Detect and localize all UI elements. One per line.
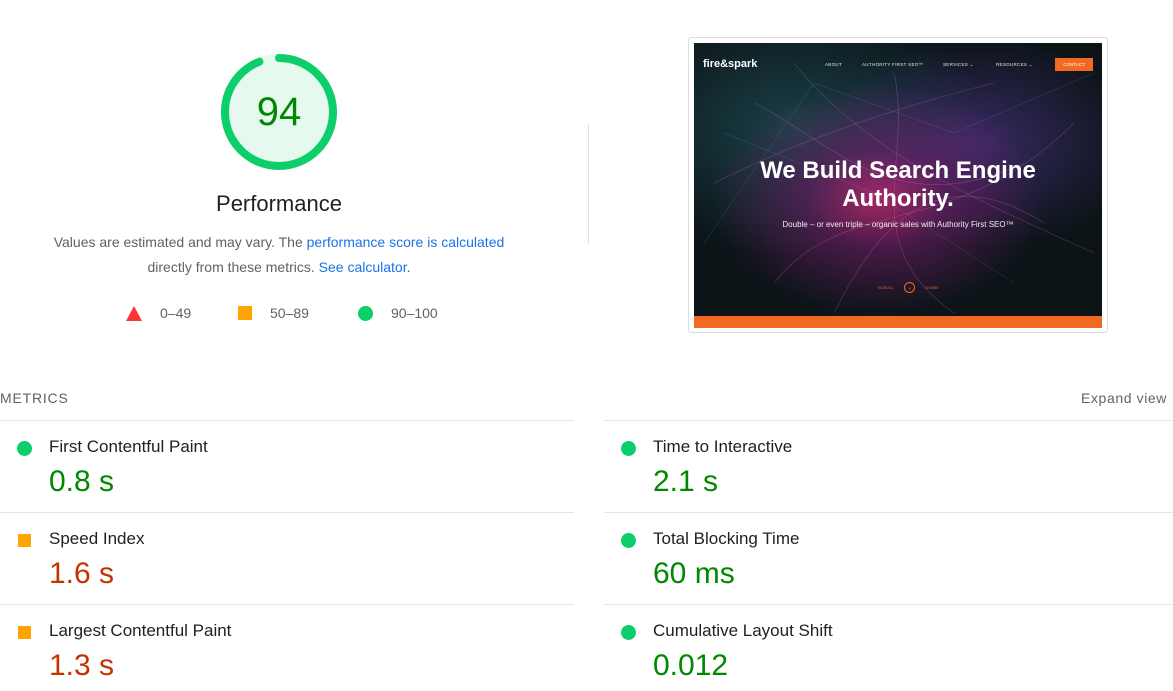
thumb-logo: fire&spark (703, 58, 758, 70)
fail-triangle-icon (126, 305, 142, 321)
metric-value: 0.012 (653, 649, 729, 682)
description-text: Values are estimated and may vary. The (53, 234, 307, 250)
metric-time-to-interactive: Time to Interactive 2.1 s (604, 420, 1173, 512)
chevron-down-icon: ⌄ (904, 282, 916, 293)
metric-value: 0.8 s (49, 465, 115, 498)
pass-circle-icon (621, 625, 636, 640)
expand-view-toggle[interactable]: Expand view (1081, 390, 1167, 406)
legend-pass-label: 90–100 (391, 305, 438, 321)
metric-label: Largest Contentful Paint (49, 621, 232, 640)
vertical-divider (588, 124, 589, 244)
metric-label: First Contentful Paint (49, 437, 208, 456)
metric-largest-contentful-paint: Largest Contentful Paint 1.3 s (0, 604, 574, 691)
pass-circle-icon (621, 533, 636, 548)
metric-value: 2.1 s (653, 465, 719, 498)
legend-average: 50–89 (238, 305, 309, 321)
thumb-scroll-down: SCROLL ⌄ DOWN (878, 282, 938, 293)
see-calculator-link[interactable]: See calculator (319, 259, 407, 275)
score-legend: 0–49 50–89 90–100 (0, 305, 560, 325)
thumb-scroll-label: SCROLL (878, 285, 895, 290)
thumb-nav-about: ABOUT (825, 62, 843, 67)
metrics-heading: METRICS (0, 390, 69, 406)
legend-average-label: 50–89 (270, 305, 309, 321)
thumb-nav-services: SERVICES ⌄ (943, 62, 974, 67)
legend-fail: 0–49 (126, 305, 191, 321)
thumb-headline: We Build Search Engine Authority. (760, 157, 1036, 212)
metric-total-blocking-time: Total Blocking Time 60 ms (604, 512, 1173, 604)
thumb-orange-bar (694, 316, 1102, 328)
pass-circle-icon (17, 441, 32, 456)
gauge-score: 94 (256, 89, 302, 134)
description-text-2: directly from these metrics. (147, 259, 319, 275)
metric-speed-index: Speed Index 1.6 s (0, 512, 574, 604)
performance-gauge: 94 (219, 52, 339, 172)
thumb-contact-button: CONTACT (1055, 58, 1093, 71)
metric-label: Time to Interactive (653, 437, 793, 456)
pass-circle-icon (621, 441, 636, 456)
thumb-nav-authority: AUTHORITY FIRST SEO™ (862, 62, 924, 67)
metric-label: Total Blocking Time (653, 529, 800, 548)
metric-first-contentful-paint: First Contentful Paint 0.8 s (0, 420, 574, 512)
thumb-subtitle: Double – or even triple – organic sales … (782, 220, 1014, 229)
score-calculated-link[interactable]: performance score is calculated (307, 234, 505, 250)
average-square-icon (18, 534, 31, 547)
gauge-title: Performance (216, 191, 342, 216)
legend-fail-label: 0–49 (160, 305, 192, 321)
metric-value: 1.3 s (49, 649, 115, 682)
average-square-icon (18, 626, 31, 639)
description-period: . (406, 259, 411, 275)
metric-label: Speed Index (49, 529, 145, 548)
average-square-icon (238, 306, 252, 320)
final-screenshot[interactable]: fire&spark ABOUT AUTHORITY FIRST SEO™ SE… (688, 37, 1108, 333)
metric-label: Cumulative Layout Shift (653, 621, 833, 640)
metric-value: 1.6 s (49, 557, 115, 590)
thumb-down-label: DOWN (925, 285, 938, 290)
screenshot-image: fire&spark ABOUT AUTHORITY FIRST SEO™ SE… (694, 43, 1102, 328)
thumb-nav-resources: RESOURCES ⌄ (996, 62, 1033, 67)
score-description: Values are estimated and may vary. The p… (20, 230, 538, 280)
metric-value: 60 ms (653, 557, 735, 590)
metric-cumulative-layout-shift: Cumulative Layout Shift 0.012 (604, 604, 1173, 691)
legend-pass: 90–100 (358, 305, 438, 321)
pass-circle-icon (358, 305, 373, 321)
